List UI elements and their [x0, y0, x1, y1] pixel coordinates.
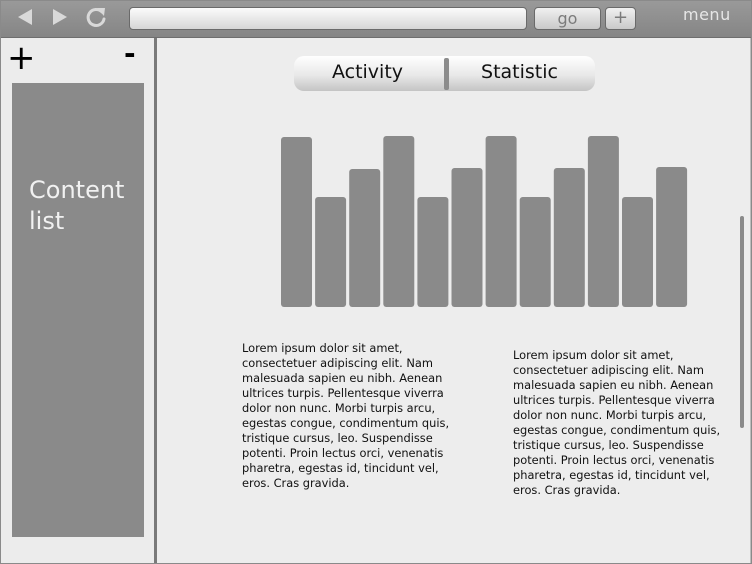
- chart-bar: [656, 167, 688, 307]
- text-block-right: Lorem ipsum dolor sit amet, consectetuer…: [513, 348, 721, 497]
- tab-activity[interactable]: Activity: [294, 56, 441, 91]
- menu-button[interactable]: menu: [683, 5, 731, 24]
- reload-icon[interactable]: [83, 4, 109, 30]
- chart-bar: [281, 137, 312, 307]
- browser-toolbar: go + menu: [0, 0, 752, 38]
- back-arrow-icon[interactable]: [12, 4, 38, 30]
- chart-bar: [622, 197, 653, 307]
- chart-bar: [587, 136, 619, 307]
- content-list-panel[interactable]: Content list: [12, 83, 144, 537]
- chart-bar: [383, 136, 415, 307]
- vertical-scrollbar[interactable]: [740, 216, 744, 428]
- go-button[interactable]: go: [534, 7, 601, 30]
- remove-item-button[interactable]: -: [124, 36, 136, 72]
- bar-chart: [276, 126, 696, 312]
- chart-bar: [315, 197, 347, 307]
- bar-chart-svg: [281, 136, 688, 307]
- add-item-button[interactable]: +: [7, 38, 36, 78]
- chart-bar: [485, 136, 517, 307]
- url-input[interactable]: [129, 7, 527, 30]
- new-tab-button[interactable]: +: [605, 7, 636, 30]
- tab-bar: Activity Statistic: [294, 56, 595, 91]
- content-list-label: Content list: [29, 176, 125, 235]
- chart-bar: [349, 169, 381, 307]
- chart-bar: [553, 168, 585, 307]
- chart-bar: [519, 197, 551, 307]
- chart-bar: [451, 168, 483, 307]
- forward-arrow-icon[interactable]: [47, 4, 73, 30]
- text-block-left: Lorem ipsum dolor sit amet, consectetuer…: [242, 341, 450, 490]
- tab-statistic[interactable]: Statistic: [446, 56, 593, 91]
- chart-bar: [417, 197, 449, 307]
